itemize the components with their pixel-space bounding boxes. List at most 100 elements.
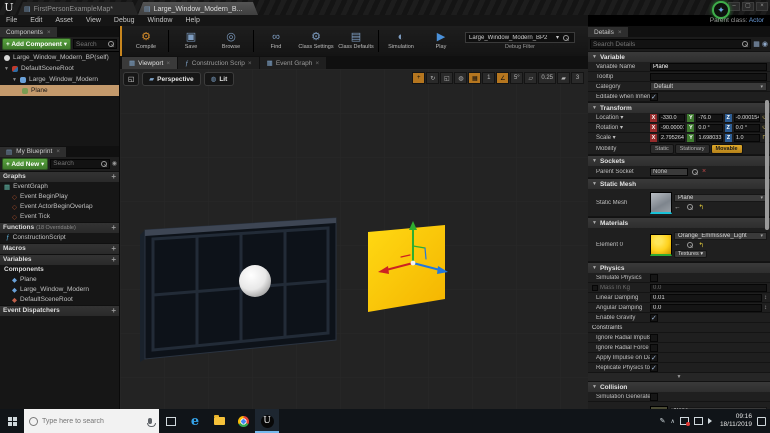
close-icon[interactable]: ×: [47, 29, 51, 36]
chrome-taskbar-button[interactable]: [231, 409, 255, 433]
editable-checkbox[interactable]: [650, 92, 658, 101]
scale-tool-button[interactable]: ◱: [440, 72, 454, 84]
my-blueprint-search-input[interactable]: [51, 160, 99, 167]
browse-to-asset-icon[interactable]: [686, 241, 693, 248]
parent-socket-field[interactable]: None: [650, 167, 688, 176]
close-icon[interactable]: ×: [56, 148, 60, 155]
use-selected-icon[interactable]: ←: [674, 241, 681, 248]
tab-event-graph[interactable]: ▦ Event Graph ×: [259, 57, 327, 69]
apply-impulse-checkbox[interactable]: [650, 353, 658, 362]
close-icon[interactable]: ×: [166, 60, 170, 67]
physics-section-header[interactable]: ▼ Physics: [588, 262, 770, 273]
compile-button[interactable]: ⚙ Compile: [126, 27, 166, 55]
scale-x-field[interactable]: 2.7952643: [659, 133, 686, 142]
scale-z-field[interactable]: 1.0: [733, 133, 761, 142]
textures-button[interactable]: Textures ▾: [674, 249, 708, 258]
scale-snap-toggle[interactable]: ▱: [524, 72, 538, 84]
property-matrix-icon[interactable]: ▦: [753, 40, 760, 48]
details-panel-tab[interactable]: Details ×: [588, 27, 628, 37]
close-button[interactable]: ×: [756, 2, 768, 11]
functions-section-header[interactable]: Functions (18 Overridable) +: [0, 221, 119, 233]
socket-search-icon[interactable]: [692, 168, 698, 175]
task-view-button[interactable]: [159, 409, 183, 433]
menu-edit[interactable]: Edit: [30, 17, 42, 24]
tab-firstperson-map[interactable]: ▤ FirstPersonExampleMap*: [18, 2, 138, 15]
lit-button[interactable]: ◍ Lit: [203, 72, 235, 86]
components-group-label[interactable]: Components: [0, 265, 119, 275]
physics-advanced-expander[interactable]: ▼: [588, 373, 770, 381]
mobility-movable-button[interactable]: Movable: [710, 143, 743, 154]
location-x-field[interactable]: -330.0: [659, 113, 686, 122]
variable-sceneroot-item[interactable]: ◆ DefaultSceneRoot: [0, 295, 119, 305]
world-local-toggle[interactable]: ◍: [454, 72, 468, 84]
angular-damping-field[interactable]: 0.0: [650, 303, 762, 312]
find-button[interactable]: ∞ Find: [256, 27, 296, 55]
class-defaults-button[interactable]: ▤ Class Defaults: [336, 27, 376, 55]
viewport-minimize-button[interactable]: ◱: [123, 72, 140, 86]
taskbar-search[interactable]: [24, 409, 159, 433]
mobility-stationary-button[interactable]: Stationary: [674, 143, 710, 154]
tree-row-scene-root[interactable]: ▼ DefaultSceneRoot: [0, 63, 119, 74]
grid-snap-value[interactable]: 1: [482, 72, 496, 84]
use-selected-icon[interactable]: ←: [674, 204, 681, 211]
grid-snap-toggle[interactable]: ▦: [468, 72, 482, 84]
rotation-label[interactable]: Rotation ▾: [588, 124, 650, 131]
components-search[interactable]: [73, 39, 117, 49]
browse-button[interactable]: ◎ Browse: [211, 27, 251, 55]
menu-window[interactable]: Window: [148, 17, 173, 24]
transform-section-header[interactable]: ▼ Transform: [588, 102, 770, 113]
my-blueprint-search[interactable]: [50, 158, 110, 169]
reset-to-default-icon[interactable]: ↰: [699, 203, 704, 211]
move-tool-button[interactable]: +: [412, 72, 426, 84]
add-variable-icon[interactable]: +: [111, 255, 116, 264]
taskbar-clock[interactable]: 09:16 18/11/2019: [720, 413, 752, 429]
rotation-z-field[interactable]: 0.0 °: [733, 123, 760, 132]
components-panel-tab[interactable]: Components ×: [0, 27, 57, 37]
rotation-snap-value[interactable]: 5°: [510, 72, 524, 84]
event-dispatchers-section-header[interactable]: Event Dispatchers +: [0, 304, 119, 316]
menu-file[interactable]: File: [6, 17, 17, 24]
tree-row-window-mesh[interactable]: ▼ Large_Window_Modern: [0, 74, 119, 85]
class-settings-button[interactable]: ⚙ Class Settings: [296, 27, 336, 55]
replicate-physics-checkbox[interactable]: [650, 363, 658, 372]
add-dispatcher-icon[interactable]: +: [111, 306, 116, 315]
add-macro-icon[interactable]: +: [111, 244, 116, 253]
macros-section-header[interactable]: Macros +: [0, 242, 119, 254]
event-overlap-item[interactable]: ◇ Event ActorBeginOverlap: [0, 202, 119, 212]
spin-icon[interactable]: ↕: [764, 295, 767, 301]
tooltip-field[interactable]: [650, 72, 767, 81]
construction-script-item[interactable]: ƒ ConstructionScript: [0, 233, 119, 243]
location-y-field[interactable]: -76.0: [696, 113, 723, 122]
debug-filter-dropdown[interactable]: Large_Window_Modern_BP2 ▾: [465, 32, 575, 43]
spin-icon[interactable]: ↕: [764, 305, 767, 311]
collision-section-header[interactable]: ▼ Collision: [588, 381, 770, 392]
material-dropdown[interactable]: Orange_Emmissive_Light ▾: [674, 231, 767, 240]
details-search[interactable]: [590, 39, 752, 49]
simulate-physics-checkbox[interactable]: [650, 273, 658, 282]
details-search-input[interactable]: [591, 40, 741, 48]
perspective-button[interactable]: ▰ Perspective: [142, 72, 201, 86]
linear-damping-field[interactable]: 0.01: [650, 293, 762, 302]
sockets-section-header[interactable]: ▼ Sockets: [588, 155, 770, 166]
menu-debug[interactable]: Debug: [114, 17, 135, 24]
sim-generates-hit-checkbox[interactable]: [650, 392, 658, 401]
close-icon[interactable]: ×: [315, 60, 319, 67]
expander-icon[interactable]: ▼: [4, 66, 9, 72]
clear-socket-icon[interactable]: ×: [702, 168, 706, 175]
scale-y-field[interactable]: 1.698033: [696, 133, 723, 142]
eventgraph-item[interactable]: ▦ EventGraph: [0, 182, 119, 192]
ignore-radial-impulse-checkbox[interactable]: [650, 333, 658, 342]
graphs-section-header[interactable]: Graphs +: [0, 170, 119, 182]
maximize-button[interactable]: ▢: [742, 2, 754, 11]
scale-label[interactable]: Scale ▾: [588, 134, 650, 141]
simulation-button[interactable]: ◐ Simulation: [381, 27, 421, 55]
play-button[interactable]: ▶ Play: [421, 27, 461, 55]
static-mesh-section-header[interactable]: ▼ Static Mesh: [588, 178, 770, 189]
rotation-y-field[interactable]: 0.0 °: [696, 123, 723, 132]
mobility-static-button[interactable]: Static: [650, 143, 674, 154]
display-icon[interactable]: [693, 417, 703, 425]
mass-override-checkbox[interactable]: [592, 284, 598, 291]
close-icon[interactable]: ×: [618, 29, 622, 36]
3d-viewport[interactable]: ◱ ▰ Perspective ◍ Lit + ↻ ◱ ◍ ▦ 1 ∠ 5° ▱…: [120, 69, 588, 409]
tab-blueprint[interactable]: ▤ Large_Window_Modern_B...: [138, 2, 258, 15]
